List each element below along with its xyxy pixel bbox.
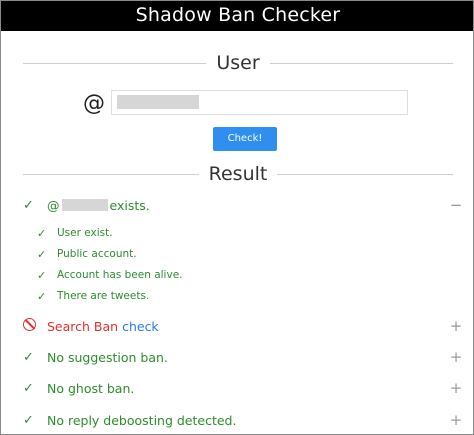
detail-item: ✓ Account has been alive.: [37, 267, 183, 283]
result-heading-label: Result: [208, 163, 268, 185]
check-icon: ✓: [37, 247, 47, 261]
summary-prefix: @: [47, 197, 60, 213]
check-icon: ✓: [23, 412, 34, 428]
at-symbol: @: [83, 91, 105, 116]
check-icon: ✓: [23, 349, 34, 365]
check-icon: ✓: [37, 268, 47, 282]
check-icon: ✓: [37, 289, 47, 303]
detail-item: ✓ Public account.: [37, 246, 137, 262]
expand-icon[interactable]: +: [449, 410, 463, 430]
detail-text: User exist.: [57, 227, 113, 239]
check-icon: ✓: [37, 226, 47, 240]
divider: [277, 173, 453, 175]
check-icon: ✓: [23, 380, 34, 396]
detail-item: ✓ User exist.: [37, 225, 113, 241]
ghost-ban-row[interactable]: ✓ No ghost ban. +: [23, 378, 463, 398]
expand-icon[interactable]: +: [449, 378, 463, 398]
redacted-username: [61, 199, 108, 211]
summary-suffix: exists.: [109, 197, 150, 213]
detail-item: ✓ There are tweets.: [37, 288, 149, 304]
app-title: Shadow Ban Checker: [1, 1, 473, 31]
ban-icon-wrap: [23, 317, 47, 335]
search-ban-row[interactable]: Search Ban check +: [23, 316, 463, 336]
suggestion-ban-row[interactable]: ✓ No suggestion ban. +: [23, 347, 463, 367]
reply-deboosting-label: No reply deboosting detected.: [47, 412, 237, 428]
search-ban-label: Search Ban: [47, 318, 119, 334]
check-icon: ✓: [23, 197, 34, 213]
expand-icon[interactable]: +: [449, 347, 463, 367]
ghost-ban-label: No ghost ban.: [47, 380, 135, 396]
divider: [23, 173, 199, 175]
user-exists-row[interactable]: ✓ @ exists. −: [23, 195, 463, 215]
search-ban-check-link[interactable]: check: [122, 319, 159, 334]
result-section-heading: Result: [23, 162, 453, 186]
user-heading-label: User: [216, 52, 260, 74]
expand-icon[interactable]: +: [449, 316, 463, 336]
suggestion-ban-label: No suggestion ban.: [47, 349, 168, 365]
redacted-username: [117, 95, 199, 109]
collapse-icon[interactable]: −: [449, 195, 463, 215]
divider: [23, 62, 207, 64]
detail-text: Public account.: [57, 248, 137, 260]
divider: [269, 62, 453, 64]
check-button[interactable]: Check!: [213, 127, 277, 151]
detail-text: There are tweets.: [57, 290, 150, 302]
user-section-heading: User: [23, 51, 453, 75]
app-window: Shadow Ban Checker User @ Check! Result …: [0, 0, 474, 435]
detail-text: Account has been alive.: [57, 269, 183, 281]
reply-deboosting-row[interactable]: ✓ No reply deboosting detected. +: [23, 410, 463, 430]
ban-icon: [23, 317, 36, 331]
